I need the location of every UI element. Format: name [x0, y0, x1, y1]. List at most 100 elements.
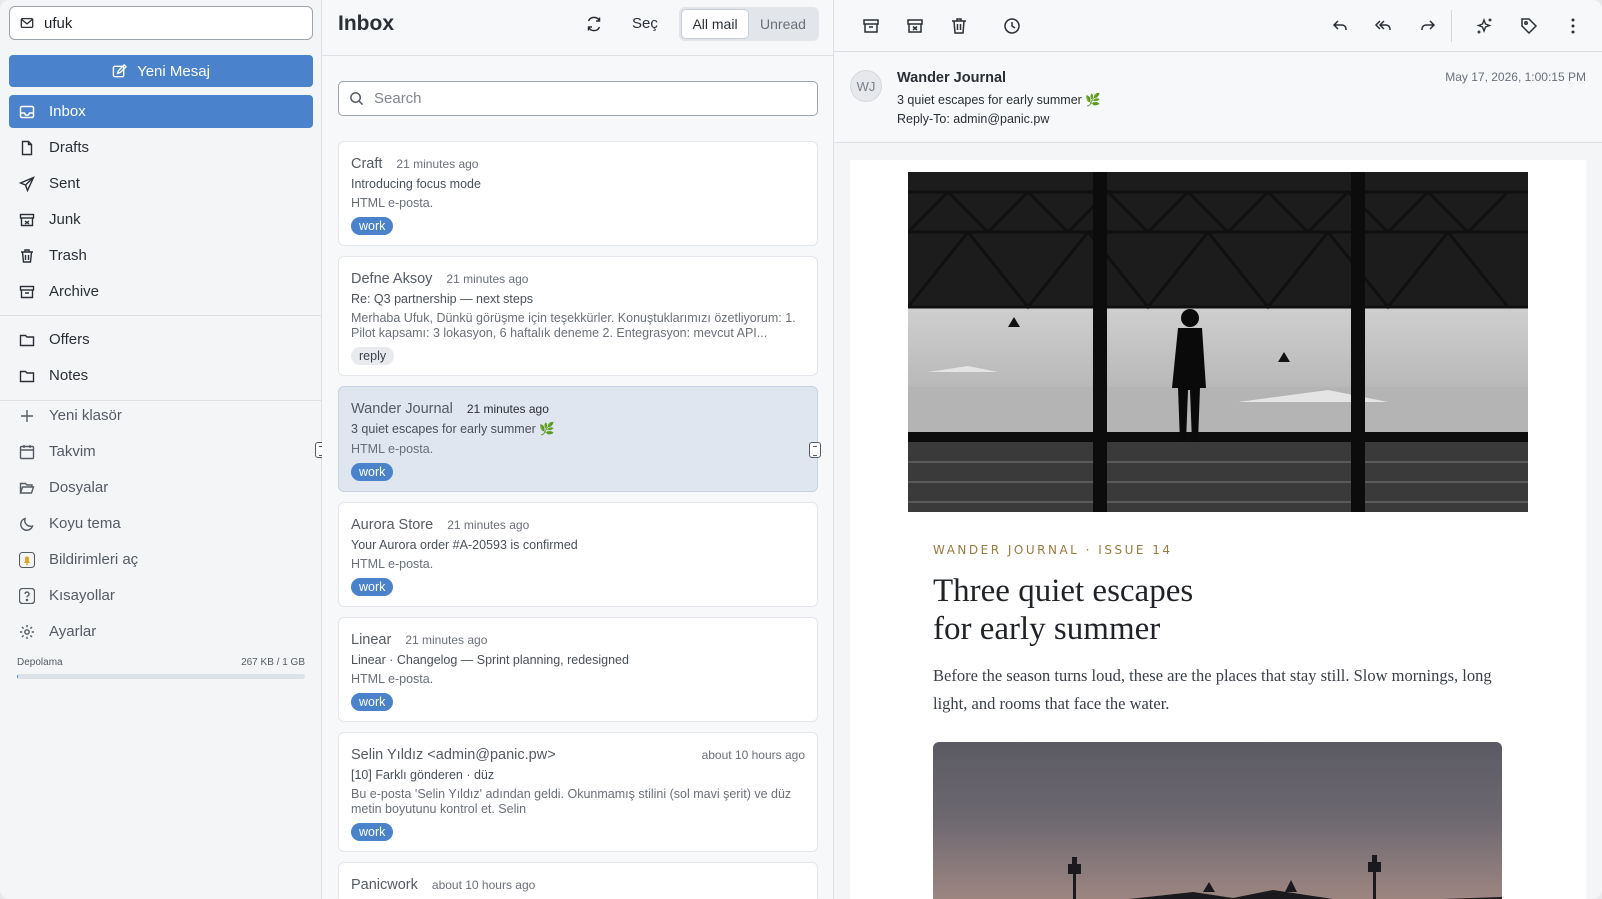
message-list-item[interactable]: Aurora Store 21 minutes ago Your Aurora or… — [338, 502, 818, 607]
filter-unread[interactable]: Unread — [750, 10, 816, 38]
account-switcher[interactable]: ufuk — [9, 6, 313, 40]
message-list-item[interactable]: Defne Aksoy 21 minutes ago Re: Q3 partners… — [338, 256, 818, 376]
settings-button[interactable]: Ayarlar — [9, 615, 313, 648]
message-tag[interactable]: work — [351, 578, 394, 596]
reply-all-icon — [1374, 20, 1391, 30]
ai-assist-button[interactable] — [1475, 16, 1495, 36]
list-resize-handle[interactable] — [809, 442, 821, 458]
dark-theme-toggle[interactable]: Koyu tema — [9, 507, 313, 540]
inbox-icon — [19, 105, 35, 118]
storage-label: Depolama — [17, 657, 63, 668]
message-list-pane: Inbox Seç All mail Unread Craft 21 minute… — [322, 0, 834, 899]
more-options-button[interactable] — [1563, 16, 1583, 36]
message-list-item[interactable]: Linear 21 minutes ago Linear · Changelog —… — [338, 617, 818, 722]
enable-notifications-button[interactable]: Bildirimleri aç — [9, 543, 313, 576]
utility-nav: Yeni klasör Takvim Dosyalar Koyu tema Bi… — [9, 399, 313, 651]
message-tag[interactable]: work — [351, 217, 394, 235]
utility-label: Dosyalar — [49, 479, 109, 496]
filter-toggle: All mail Unread — [679, 7, 819, 41]
archive-icon — [19, 285, 35, 298]
utility-label: Ayarlar — [49, 623, 97, 640]
message-meta: Defne Aksoy 21 minutes ago — [351, 271, 805, 287]
archive-button[interactable] — [861, 16, 881, 36]
sidebar-item-trash[interactable]: Trash — [9, 239, 313, 272]
sidebar-item-label: Drafts — [49, 139, 90, 156]
message-tag[interactable]: work — [351, 693, 394, 711]
bell-icon — [19, 551, 35, 568]
message-tag[interactable]: work — [351, 823, 394, 841]
sidebar-item-offers[interactable]: Offers — [9, 323, 313, 356]
sidebar-item-archive[interactable]: Archive — [9, 275, 313, 308]
message-time: 21 minutes ago — [396, 157, 479, 171]
message-preview: HTML e-posta. — [351, 672, 434, 686]
message-subject: Linear · Changelog — Sprint planning, re… — [351, 653, 629, 667]
storage-bar — [17, 674, 305, 679]
sidebar-item-drafts[interactable]: Drafts — [9, 131, 313, 164]
divider — [0, 315, 322, 316]
compose-button[interactable]: Yeni Mesaj — [9, 55, 313, 87]
folder-icon — [19, 334, 35, 346]
sidebar-item-label: Trash — [49, 247, 87, 264]
message-preview: Bu e-posta 'Selin Yıldız' adından geldi.… — [351, 787, 792, 816]
message-meta: Aurora Store 21 minutes ago — [351, 517, 805, 533]
airport-window-photo — [908, 172, 1528, 512]
sidebar-item-inbox[interactable]: Inbox — [9, 95, 313, 128]
message-list: Craft 21 minutes ago Introducing focus mod… — [338, 141, 818, 899]
mail-icon — [20, 17, 34, 29]
message-meta: Craft 21 minutes ago — [351, 156, 805, 172]
hero-image — [908, 172, 1528, 512]
sidebar-item-label: Inbox — [49, 103, 86, 120]
message-sender: Craft — [351, 156, 383, 172]
message-list-item[interactable]: Selin Yıldız <admin@panic.pw> about 10 ho… — [338, 732, 818, 852]
reply-button[interactable] — [1330, 16, 1350, 36]
help-icon — [19, 587, 35, 604]
junk-button[interactable] — [905, 16, 925, 36]
reply-icon — [1332, 20, 1347, 30]
message-preview: HTML e-posta. — [351, 196, 434, 210]
label-button[interactable] — [1519, 16, 1539, 36]
snooze-button[interactable] — [1002, 16, 1022, 36]
forward-button[interactable] — [1418, 16, 1438, 36]
message-list-item[interactable]: Craft 21 minutes ago Introducing focus mod… — [338, 141, 818, 246]
headline-line: Three quiet escapes — [933, 573, 1194, 609]
sidebar-item-notes[interactable]: Notes — [9, 359, 313, 392]
message-subject: Your Aurora order #A-20593 is confirmed — [351, 538, 578, 552]
calendar-link[interactable]: Takvim — [9, 435, 313, 468]
reply-all-button[interactable] — [1374, 16, 1394, 36]
storage-value: 267 KB / 1 GB — [241, 657, 305, 668]
junk-icon — [907, 19, 923, 33]
search-input[interactable] — [374, 90, 794, 107]
message-sender: Selin Yıldız <admin@panic.pw> — [351, 747, 556, 763]
sidebar-item-junk[interactable]: Junk — [9, 203, 313, 236]
message-sender: Wander Journal — [351, 401, 453, 417]
refresh-button[interactable] — [584, 14, 604, 34]
select-button[interactable]: Seç — [632, 15, 658, 32]
toolbar-divider — [1451, 10, 1452, 42]
files-link[interactable]: Dosyalar — [9, 471, 313, 504]
mail-app: ufuk Yeni Mesaj Inbox Drafts Sent Junk T… — [0, 0, 1602, 899]
message-toolbar — [834, 0, 1602, 52]
message-meta: Wander Journal 21 minutes ago — [351, 401, 805, 417]
delete-button[interactable] — [949, 16, 969, 36]
message-tag[interactable]: work — [351, 463, 394, 481]
message-subject: [10] Farklı gönderen · düz — [351, 768, 495, 782]
filter-all-mail[interactable]: All mail — [682, 10, 748, 38]
message-time: 21 minutes ago — [466, 402, 549, 416]
sidebar-item-sent[interactable]: Sent — [9, 167, 313, 200]
account-name: ufuk — [44, 14, 73, 32]
message-list-item[interactable]: Wander Journal 21 minutes ago 3 quiet esca… — [338, 386, 818, 492]
new-folder-button[interactable]: Yeni klasör — [9, 399, 313, 432]
message-sender: Linear — [351, 632, 392, 648]
mailbox-nav: Inbox Drafts Sent Junk Trash Archive — [9, 95, 313, 311]
plus-icon — [21, 409, 33, 422]
shortcuts-button[interactable]: Kısayollar — [9, 579, 313, 612]
message-tag[interactable]: reply — [351, 347, 395, 365]
forward-icon — [1421, 20, 1436, 30]
file-icon — [21, 140, 33, 155]
message-body: WANDER JOURNAL · ISSUE 14 Three quiet es… — [850, 160, 1586, 899]
message-list-item[interactable]: Panicwork about 10 hours ago — [338, 862, 818, 899]
reply-to-address: admin@panic.pw — [953, 112, 1050, 126]
reading-pane: WJ Wander Journal 3 quiet escapes for ea… — [834, 0, 1602, 899]
sidebar: ufuk Yeni Mesaj Inbox Drafts Sent Junk T… — [0, 0, 327, 899]
trash-icon — [952, 18, 966, 34]
